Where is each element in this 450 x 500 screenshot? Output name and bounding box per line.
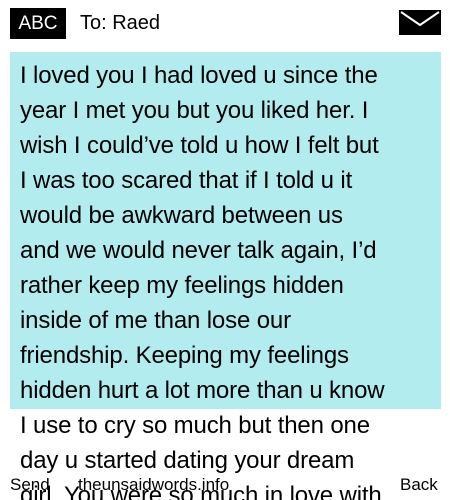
message-line: rather keep my feelings hidden	[20, 272, 344, 299]
message-line: year I met you but you liked her. I	[20, 97, 369, 124]
back-button[interactable]: Back	[400, 474, 438, 496]
message-line: friendship. Keeping my feelings	[20, 342, 349, 369]
message-line: I was too scared that if I told u it	[20, 167, 353, 194]
message-text[interactable]: I loved you I had loved u since the year…	[20, 58, 441, 500]
recipient-label[interactable]: To: Raed	[80, 10, 160, 36]
envelope-icon	[399, 10, 441, 35]
message-line: inside of me than lose our	[20, 307, 291, 334]
message-line: I use to cry so much but then one	[20, 412, 370, 439]
message-body[interactable]: I loved you I had loved u since the year…	[10, 52, 441, 500]
message-line: I loved you I had loved u since the	[20, 62, 378, 89]
message-line: hidden hurt a lot more than u know	[20, 377, 385, 404]
compose-header: ABC To: Raed	[0, 0, 450, 48]
input-mode-badge[interactable]: ABC	[10, 8, 66, 39]
softkey-bar: Send theunsaidwords.info Back	[0, 472, 450, 500]
message-line: and we would never talk again, I’d	[20, 237, 377, 264]
send-button[interactable]: Send	[10, 474, 50, 496]
message-line: would be awkward between us	[20, 202, 343, 229]
watermark-text: theunsaidwords.info	[78, 475, 230, 494]
message-line: wish I could’ve told u how I felt but	[20, 132, 379, 159]
